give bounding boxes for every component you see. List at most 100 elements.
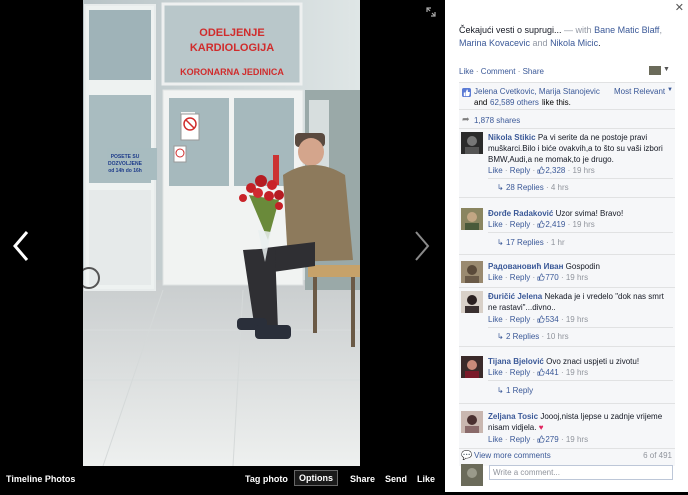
comment-author[interactable]: Tijana Bjelović <box>488 357 544 366</box>
send-button[interactable]: Send <box>385 474 407 484</box>
comment-reply-link[interactable]: Reply <box>510 368 530 377</box>
comment-reply-link[interactable]: Reply <box>510 220 530 229</box>
notice-line2: DOZVOLJENE <box>108 161 143 167</box>
share-button[interactable]: Share <box>350 474 375 484</box>
shares-row: ➦ 1,878 shares <box>459 111 675 129</box>
avatar[interactable] <box>461 411 483 433</box>
comment-reply-link[interactable]: Reply <box>510 315 530 324</box>
replies-sep: · <box>543 183 551 192</box>
reply-arrow-icon: ↳ <box>497 386 506 395</box>
comment-author[interactable]: Đuričić Jelena <box>488 292 542 301</box>
comment-time[interactable]: 19 hrs <box>573 166 595 175</box>
replies-count[interactable]: 17 Replies <box>506 238 544 247</box>
replies-count[interactable]: 1 Reply <box>506 386 533 395</box>
comment-item: Đuričić Jelena Nekada je i vredelo "dok … <box>459 289 675 347</box>
comment-like-count[interactable]: 279 <box>545 435 558 444</box>
view-replies-link[interactable]: ↳ 2 Replies · 10 hrs <box>497 332 569 341</box>
meta-sep: · <box>502 368 510 377</box>
meta-sep: · <box>530 315 538 324</box>
avatar[interactable] <box>461 356 483 378</box>
sort-dropdown[interactable]: Most Relevant <box>614 87 665 96</box>
timeline-photos-link[interactable]: Timeline Photos <box>6 474 75 484</box>
likers-others[interactable]: 62,589 others <box>490 98 539 107</box>
sort-chevron-icon[interactable]: ▼ <box>667 87 673 93</box>
post-actions: Like · Comment · Share <box>459 67 544 76</box>
comment-time[interactable]: 19 hrs <box>566 368 588 377</box>
meta-sep: · <box>502 435 510 444</box>
view-replies-link[interactable]: ↳ 17 Replies · 1 hr <box>497 238 565 247</box>
likers-suffix: like this. <box>542 98 571 107</box>
post-share-link[interactable]: Share <box>523 67 544 76</box>
comment-like-link[interactable]: Like <box>488 435 503 444</box>
sign-dept2: KARDIOLOGIJA <box>190 42 274 54</box>
tag-photo-button[interactable]: Tag photo <box>245 474 288 484</box>
sign-dept3: KORONARNA JEDINICA <box>180 67 284 77</box>
actions-sep-1: · <box>473 67 481 76</box>
avatar[interactable] <box>461 291 483 313</box>
comment-like-count[interactable]: 441 <box>545 368 558 377</box>
comment-reply-link[interactable]: Reply <box>510 273 530 282</box>
comment-time[interactable]: 19 hrs <box>573 220 595 229</box>
replies-count[interactable]: 28 Replies <box>506 183 544 192</box>
notice-line1: POSETE SU <box>111 154 140 160</box>
tagged-user-3[interactable]: Nikola Micic <box>550 38 598 48</box>
avatar[interactable] <box>461 132 483 154</box>
avatar[interactable] <box>461 261 483 283</box>
comment-author[interactable]: Zeljana Tosic <box>488 412 538 421</box>
comment-like-link[interactable]: Like <box>488 368 503 377</box>
fullscreen-icon[interactable] <box>425 6 437 18</box>
comment-text: Uzor svima! Bravo! <box>555 209 624 218</box>
poster-avatar[interactable] <box>649 66 661 75</box>
like-thumb-icon <box>462 88 471 97</box>
post-comment-link[interactable]: Comment <box>481 67 516 76</box>
view-replies-link[interactable]: ↳ 1 Reply <box>497 386 533 395</box>
view-replies-link[interactable]: ↳ 28 Replies · 4 hrs <box>497 183 569 192</box>
avatar[interactable] <box>461 208 483 230</box>
comment-like-link[interactable]: Like <box>488 315 503 324</box>
shares-count[interactable]: 1,878 shares <box>474 116 520 125</box>
comment-author[interactable]: Радовановић Иван <box>488 262 563 271</box>
comment-like-count[interactable]: 2,328 <box>545 166 565 175</box>
comment-like-count[interactable]: 770 <box>545 273 558 282</box>
comment-like-count[interactable]: 2,419 <box>545 220 565 229</box>
comment-time[interactable]: 19 hrs <box>566 273 588 282</box>
comment-input[interactable]: Write a comment... <box>489 465 673 480</box>
view-more-comments-link[interactable]: View more comments <box>474 451 551 460</box>
previous-photo-arrow-icon[interactable] <box>9 228 33 264</box>
options-button[interactable]: Options <box>294 470 338 486</box>
meta-sep: · <box>502 220 510 229</box>
post-like-link[interactable]: Like <box>459 67 474 76</box>
avatar <box>461 464 483 486</box>
comment-like-link[interactable]: Like <box>488 220 503 229</box>
meta-sep: · <box>530 435 538 444</box>
comment-body: Tijana Bjelović Ovo znaci uspjeti u zivo… <box>488 356 673 367</box>
post-text: Čekajući vesti o suprugi... <box>459 25 562 35</box>
comment-reply-link[interactable]: Reply <box>510 166 530 175</box>
next-photo-arrow-icon[interactable] <box>410 228 434 264</box>
replies-time: 10 hrs <box>546 332 569 341</box>
meta-sep: · <box>558 315 566 324</box>
close-icon[interactable]: ✕ <box>675 1 684 14</box>
comment-like-count[interactable]: 534 <box>545 315 558 324</box>
comment-like-link[interactable]: Like <box>488 166 503 175</box>
comment-author[interactable]: Đorđe Radaković <box>488 209 553 218</box>
like-button[interactable]: Like <box>417 474 435 484</box>
comment-meta: Like · Reply · 770 · 19 hrs <box>488 273 588 282</box>
tagged-user-1[interactable]: Bane Matic Blaff <box>594 25 659 35</box>
comment-time[interactable]: 19 hrs <box>566 435 588 444</box>
comment-item: Nikola Stikic Pa vi serite da ne postoje… <box>459 130 675 198</box>
replies-count[interactable]: 2 Replies <box>506 332 539 341</box>
meta-sep: · <box>530 273 538 282</box>
comment-time[interactable]: 19 hrs <box>566 315 588 324</box>
comment-author[interactable]: Nikola Stikic <box>488 133 536 142</box>
likers-names[interactable]: Jelena Cvetkovic, Marija Stanojevic <box>474 87 600 96</box>
tagged-user-2[interactable]: Marina Kovacevic <box>459 38 530 48</box>
audience-dropdown-icon[interactable]: ▼ <box>663 66 670 73</box>
comment-reply-link[interactable]: Reply <box>510 435 530 444</box>
photo[interactable]: ODELJENJE KARDIOLOGIJA KORONARNA JEDINIC… <box>83 0 360 466</box>
comment-bubble-icon: 💬 <box>461 450 473 460</box>
photo-viewer: ODELJENJE KARDIOLOGIJA KORONARNA JEDINIC… <box>0 0 445 492</box>
notice-line3: od 14h do 16h <box>108 168 142 174</box>
meta-sep: · <box>565 166 573 175</box>
comment-like-link[interactable]: Like <box>488 273 503 282</box>
